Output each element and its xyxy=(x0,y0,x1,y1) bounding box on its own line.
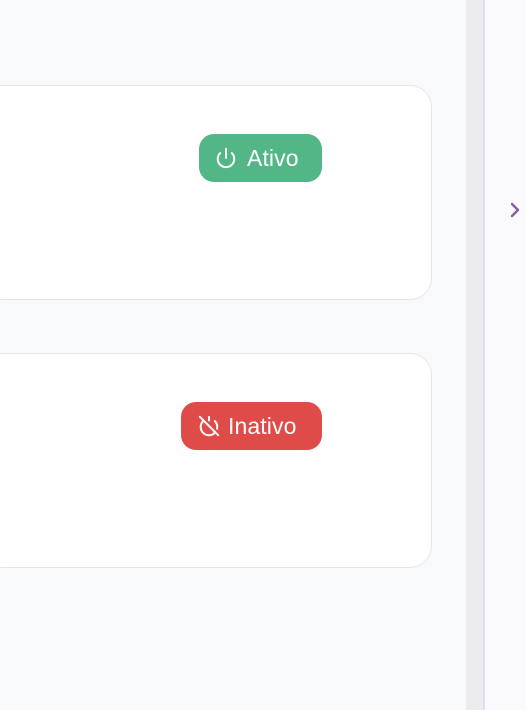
status-card-inactive: Inativo xyxy=(0,353,432,568)
expand-panel-button[interactable] xyxy=(507,201,523,223)
power-icon xyxy=(215,147,237,169)
status-card-active: Ativo xyxy=(0,85,432,300)
status-badge-inactive: Inativo xyxy=(181,402,322,450)
status-badge-active: Ativo xyxy=(199,134,322,182)
power-off-icon xyxy=(198,415,220,437)
status-badge-label: Inativo xyxy=(228,412,297,439)
chevron-right-icon xyxy=(509,201,521,224)
main-content: Ativo Inativo xyxy=(0,0,466,710)
side-panel xyxy=(483,0,526,710)
status-badge-label: Ativo xyxy=(247,144,299,171)
scrollbar-track[interactable] xyxy=(466,0,483,710)
